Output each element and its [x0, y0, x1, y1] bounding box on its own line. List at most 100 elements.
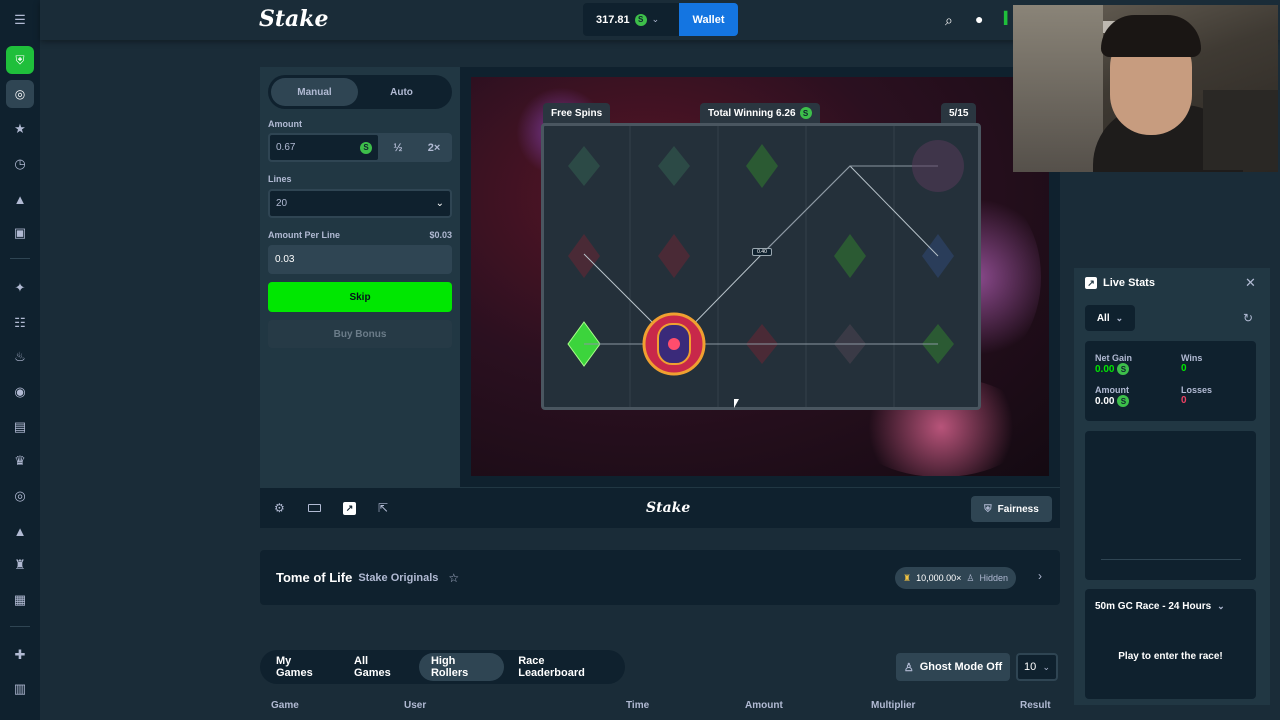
amount-stat-label: Amount [1095, 385, 1129, 395]
settings-icon[interactable]: ⚙ [274, 501, 285, 515]
roulette-icon[interactable]: ◎ [0, 481, 40, 511]
user-icon[interactable]: ● [975, 11, 983, 27]
currency-coin-icon: S [1117, 363, 1130, 375]
divider [10, 626, 30, 627]
shield-icon[interactable]: ⛨ [6, 46, 34, 74]
lines-select[interactable]: 20 ⌄ [268, 189, 452, 218]
tab-all-games[interactable]: All Games [342, 653, 417, 681]
manual-tab[interactable]: Manual [271, 78, 358, 106]
tab-my-games[interactable]: My Games [264, 653, 340, 681]
document-icon[interactable]: ▥ [0, 674, 40, 704]
half-button[interactable]: ½ [380, 133, 416, 162]
stats-filter-value: All [1096, 312, 1110, 324]
amount-group: 0.67 S ½ 2× [268, 133, 452, 162]
chip-icon[interactable]: ◉ [0, 377, 40, 407]
slots-icon[interactable]: ☷ [0, 308, 40, 338]
search-icon[interactable]: ⌕ [945, 12, 953, 29]
incognito-icon: ♙ [966, 572, 975, 583]
star-icon[interactable]: ★ [0, 114, 40, 144]
live-stats-panel: ↗ Live Stats ✕ All ⌄ ↻ Net Gain 0.00 S W… [1074, 268, 1270, 705]
wallet-button[interactable]: Wallet [679, 3, 738, 36]
menu-icon[interactable]: ☰ [0, 5, 40, 35]
buy-bonus-button[interactable]: Buy Bonus [268, 320, 452, 348]
net-gain-label: Net Gain [1095, 353, 1133, 363]
crown-icon[interactable]: ♛ [0, 446, 40, 476]
tab-race-leaderboard[interactable]: Race Leaderboard [506, 653, 621, 681]
sparkle-icon[interactable]: ✦ [0, 273, 40, 303]
theatre-mode-icon[interactable] [308, 504, 321, 512]
amount-stat-value: 0.00 [1095, 395, 1115, 407]
popout-icon[interactable]: ⇱ [378, 501, 388, 515]
race-header[interactable]: 50m GC Race - 24 Hours ⌄ [1095, 601, 1225, 612]
live-stats-title: Live Stats [1103, 277, 1155, 289]
chart-icon: ↗ [1085, 277, 1097, 289]
gift-icon[interactable]: ✚ [0, 640, 40, 670]
stake-logo[interactable]: Stake [259, 6, 329, 32]
amount-row: 0.00 S [1095, 395, 1130, 407]
free-spins-label: Free Spins [543, 103, 611, 123]
fire-icon[interactable]: ♨ [0, 342, 40, 372]
flask-icon[interactable]: ▲ [0, 184, 40, 214]
net-gain-stat: Net Gain 0.00 S [1095, 353, 1132, 375]
column-time: Time [626, 700, 650, 711]
chevron-down-icon: ⌄ [1115, 312, 1124, 323]
total-winning-label: Total Winning 6.26 [708, 107, 796, 119]
live-stats-icon[interactable]: ↗ [343, 502, 356, 515]
hidden-label: Hidden [979, 573, 1008, 583]
lines-value: 20 [276, 198, 288, 209]
ticket-icon[interactable]: ▣ [0, 218, 40, 248]
gem-icon [658, 234, 690, 278]
webcam-background [1013, 5, 1103, 172]
auto-tab[interactable]: Auto [358, 78, 445, 106]
flask-icon[interactable]: ▲ [0, 516, 40, 546]
game-info-bar[interactable]: Tome of Life Stake Originals ☆ ♜ 10,000.… [260, 550, 1060, 605]
currency-coin-icon: S [634, 13, 647, 26]
stats-filter-select[interactable]: All ⌄ [1085, 305, 1135, 331]
game-provider[interactable]: Stake Originals [358, 572, 438, 584]
skip-button[interactable]: Skip [268, 282, 452, 312]
column-game: Game [271, 700, 299, 711]
spins-counter: 5/15 [941, 103, 977, 123]
amount-label: Amount [268, 119, 302, 129]
bets-table-header: Game User Time Amount Multiplier Result [260, 700, 1060, 720]
tab-high-rollers[interactable]: High Rollers [418, 653, 505, 681]
currency-coin-icon: S [799, 107, 812, 119]
casino-icon[interactable]: ◎ [6, 80, 34, 108]
total-winning-tag: Total Winning 6.26 S [700, 103, 820, 123]
grid-icon[interactable]: ▦ [0, 585, 40, 615]
column-multiplier: Multiplier [871, 700, 916, 711]
amount-stat: Amount 0.00 S [1095, 385, 1130, 407]
live-stats-header: ↗ Live Stats [1085, 277, 1155, 289]
rows-count-value: 10 [1024, 661, 1037, 673]
wins-value: 0 [1181, 363, 1187, 374]
double-button[interactable]: 2× [416, 133, 452, 162]
stake-toolbar-logo: Stake [646, 500, 691, 516]
amount-value: 0.67 [276, 142, 296, 153]
chat-icon[interactable]: ▍ [1004, 11, 1013, 25]
chevron-down-icon: ⌄ [435, 198, 444, 209]
close-icon[interactable]: ✕ [1245, 275, 1256, 291]
clock-icon[interactable]: ◷ [0, 149, 40, 179]
ghost-mode-button[interactable]: ♙ Ghost Mode Off [896, 653, 1010, 681]
rows-count-select[interactable]: 10 ⌄ [1016, 653, 1058, 681]
max-multiplier: 10,000.00× [916, 573, 962, 583]
amount-input[interactable]: 0.67 S [268, 133, 380, 162]
refresh-icon[interactable]: ↻ [1243, 311, 1253, 325]
stats-summary: Net Gain 0.00 S Wins 0 Amount 0.00 S Los… [1085, 341, 1256, 421]
chevron-right-icon[interactable]: › [1038, 569, 1042, 583]
chart-baseline [1101, 559, 1241, 560]
race-title: 50m GC Race - 24 Hours [1095, 601, 1212, 612]
trophy-icon[interactable]: ♜ [0, 550, 40, 580]
shirt-icon[interactable]: ▤ [0, 412, 40, 442]
fairness-button[interactable]: ⛨ Fairness [971, 496, 1052, 522]
favorite-star-icon[interactable]: ☆ [448, 571, 459, 585]
amount-per-line-usd: $0.03 [429, 230, 452, 240]
mouse-cursor-icon [734, 399, 739, 408]
amount-per-line-label: Amount Per Line [268, 230, 341, 240]
game-canvas[interactable]: 0.40 Free Spins Total Winning 6.26 S 5/1… [471, 77, 1049, 476]
balance-selector[interactable]: 317.81 S ⌄ [583, 3, 679, 36]
bets-tabs: My Games All Games High Rollers Race Lea… [260, 650, 625, 684]
gem-icon [568, 146, 600, 186]
incognito-icon: ♙ [903, 661, 914, 674]
column-amount: Amount [745, 700, 783, 711]
